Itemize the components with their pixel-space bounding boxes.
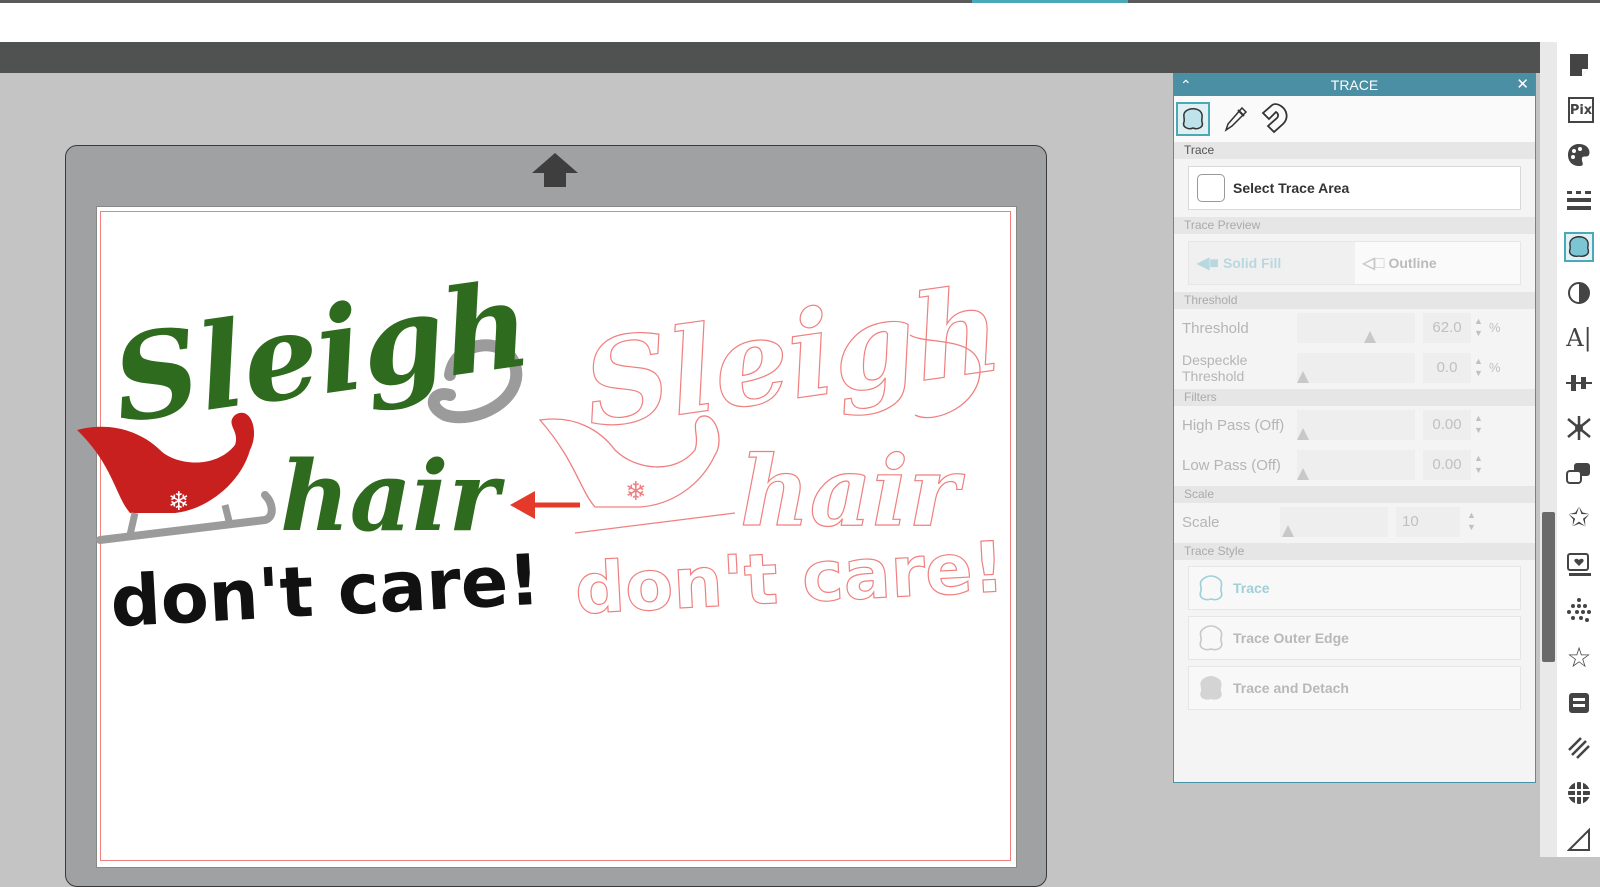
- trace-tab-icon[interactable]: [1176, 102, 1210, 136]
- outer-edge-icon: [1199, 625, 1223, 651]
- despeckle-unit: %: [1489, 360, 1501, 375]
- scale-slider[interactable]: [1280, 507, 1388, 537]
- fish-fill-icon: ◀■: [1197, 255, 1219, 272]
- trace-style-trace-label: Trace: [1233, 580, 1270, 596]
- send-icon[interactable]: [1566, 827, 1592, 853]
- detach-icon: [1200, 676, 1222, 700]
- slider-thumb[interactable]: [1297, 468, 1309, 480]
- despeckle-param: Despeckle Threshold 0.0 ▲ ▼ %: [1174, 349, 1535, 389]
- threshold-slider[interactable]: [1297, 313, 1415, 343]
- scale-stepper[interactable]: ▲ ▼: [1467, 509, 1476, 533]
- image-effects-icon[interactable]: [1566, 598, 1592, 624]
- library-icon[interactable]: [1566, 690, 1592, 716]
- mat-feed-arrow-icon: [532, 153, 578, 187]
- outline-text-sleigh: Sleigh: [575, 259, 1009, 455]
- active-tab-indicator: [972, 0, 1128, 3]
- scale-param: Scale 10 ▲ ▼: [1174, 503, 1535, 543]
- solid-fill-label: Solid Fill: [1222, 255, 1282, 271]
- trace-area-icon: [1197, 174, 1225, 202]
- despeckle-stepper[interactable]: ▲ ▼: [1474, 355, 1483, 379]
- threshold-label: Threshold: [1182, 320, 1249, 337]
- trace-preview-toggle: ◀■ Solid Fill ◁□ Outline: [1188, 241, 1521, 285]
- threshold-value[interactable]: 62.0: [1423, 313, 1471, 343]
- scale-label: Scale: [1182, 514, 1220, 531]
- scrollbar-thumb[interactable]: [1542, 512, 1555, 662]
- trace-style-trace-button[interactable]: Trace: [1188, 566, 1521, 610]
- select-trace-area-button[interactable]: Select Trace Area: [1188, 166, 1521, 210]
- trace-and-detach-label: Trace and Detach: [1233, 680, 1349, 696]
- slider-thumb[interactable]: [1297, 371, 1309, 383]
- section-filters: Filters: [1174, 389, 1535, 406]
- sketch-icon[interactable]: [1566, 552, 1592, 578]
- threshold-param: Threshold 62.0 ▲ ▼ %: [1174, 309, 1535, 349]
- design-store-icon[interactable]: ☆: [1566, 641, 1592, 674]
- high-pass-stepper[interactable]: ▲ ▼: [1474, 412, 1483, 436]
- slider-thumb[interactable]: [1364, 331, 1376, 343]
- section-scale: Scale: [1174, 486, 1535, 503]
- panel-title: TRACE: [1330, 77, 1379, 93]
- outline-button[interactable]: ◁□ Outline: [1354, 242, 1520, 284]
- section-trace: Trace: [1174, 142, 1535, 159]
- high-pass-label: High Pass (Off): [1182, 417, 1285, 434]
- trace-outer-edge-label: Trace Outer Edge: [1233, 630, 1349, 646]
- modify-icon[interactable]: [1566, 460, 1592, 486]
- iconbar-scrollbar[interactable]: [1540, 42, 1557, 857]
- outline-text-dont-care: don't care!: [573, 526, 1007, 630]
- despeckle-slider[interactable]: [1297, 353, 1415, 383]
- contrast-icon[interactable]: [1566, 280, 1592, 306]
- fish-outline-icon: ◁□: [1362, 255, 1385, 272]
- svg-text:❄: ❄: [168, 487, 190, 517]
- high-pass-value[interactable]: 0.00: [1423, 410, 1471, 440]
- low-pass-value[interactable]: 0.00: [1423, 450, 1471, 480]
- despeckle-label: Despeckle Threshold: [1182, 352, 1248, 384]
- trace-panel: ⌃ TRACE ✕ Trace Select Trace Area Trace …: [1173, 73, 1536, 783]
- secondary-toolbar: [0, 42, 1540, 73]
- low-pass-slider[interactable]: [1297, 450, 1415, 480]
- design-artwork[interactable]: ❄ Sleigh hair don't care! ❄ Sleigh hair …: [75, 255, 1025, 645]
- select-trace-area-label: Select Trace Area: [1233, 180, 1350, 196]
- low-pass-stepper[interactable]: ▲ ▼: [1474, 452, 1483, 476]
- fill-palette-icon[interactable]: [1566, 142, 1592, 168]
- section-trace-preview: Trace Preview: [1174, 217, 1535, 234]
- page-setup-icon[interactable]: [1566, 52, 1592, 78]
- low-pass-label: Low Pass (Off): [1182, 457, 1281, 474]
- high-pass-slider[interactable]: [1297, 410, 1415, 440]
- threshold-stepper[interactable]: ▲ ▼: [1474, 315, 1483, 339]
- replicate-icon[interactable]: [1566, 415, 1592, 441]
- pixscan-icon[interactable]: Pix: [1568, 97, 1594, 123]
- offset-icon[interactable]: ✩: [1566, 503, 1592, 533]
- text-style-icon[interactable]: A|: [1566, 324, 1592, 352]
- svg-text:❄: ❄: [625, 477, 647, 507]
- close-panel-icon[interactable]: ✕: [1516, 74, 1529, 96]
- design-text-dont-care: don't care!: [108, 539, 542, 643]
- eyedropper-icon[interactable]: [1218, 102, 1252, 136]
- top-menu-bar: [0, 0, 1600, 42]
- red-arrow-icon: [510, 491, 580, 519]
- right-icon-bar: Pix A| ✩ ☆: [1557, 42, 1600, 857]
- grid-icon[interactable]: [1566, 780, 1592, 806]
- collapse-panel-icon[interactable]: ⌃: [1180, 74, 1192, 96]
- despeckle-value[interactable]: 0.0: [1423, 353, 1471, 383]
- section-threshold: Threshold: [1174, 292, 1535, 309]
- scale-value[interactable]: 10: [1396, 507, 1460, 537]
- trace-outer-edge-button[interactable]: Trace Outer Edge: [1188, 616, 1521, 660]
- line-style-icon[interactable]: [1566, 187, 1592, 213]
- outline-label: Outline: [1388, 255, 1437, 271]
- align-icon[interactable]: [1566, 370, 1592, 396]
- slider-thumb[interactable]: [1282, 525, 1294, 537]
- panel-tool-tabs: [1174, 96, 1535, 142]
- stitch-icon[interactable]: [1566, 735, 1592, 761]
- magnet-icon[interactable]: [1258, 102, 1292, 136]
- slider-thumb[interactable]: [1297, 428, 1309, 440]
- trace-style-icon: [1199, 575, 1223, 601]
- solid-fill-button[interactable]: ◀■ Solid Fill: [1189, 242, 1355, 284]
- low-pass-param: Low Pass (Off) 0.00 ▲ ▼: [1174, 446, 1535, 486]
- trace-icon[interactable]: [1564, 232, 1594, 262]
- trace-and-detach-button[interactable]: Trace and Detach: [1188, 666, 1521, 710]
- design-text-hair: hair: [280, 440, 505, 553]
- threshold-unit: %: [1489, 320, 1501, 335]
- panel-header: ⌃ TRACE ✕: [1174, 74, 1535, 96]
- high-pass-param: High Pass (Off) 0.00 ▲ ▼: [1174, 406, 1535, 446]
- section-trace-style: Trace Style: [1174, 543, 1535, 560]
